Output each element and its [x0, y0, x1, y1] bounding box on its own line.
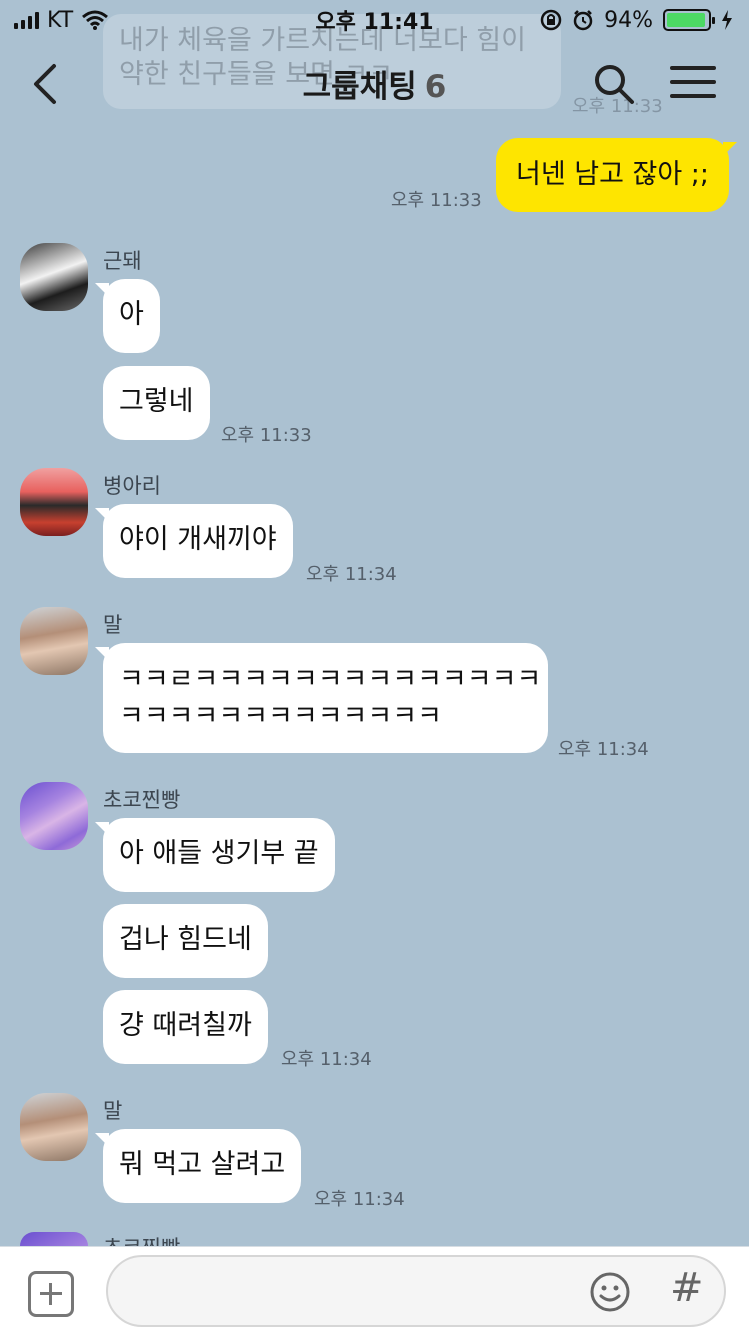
carrier-label: KT	[47, 7, 74, 33]
menu-line	[670, 80, 716, 84]
message-line: ㅋㅋㄹㅋㅋㅋㅋㅋㅋㅋㅋㅋㅋㅋㅋㅋㅋ	[119, 664, 542, 695]
message-time: 오후 11:34	[558, 739, 649, 760]
my-message-bubble[interactable]: 너넨 남고 잖아 ;;	[496, 138, 737, 212]
sender-name: 초코찐빵	[103, 1232, 180, 1246]
charging-icon	[722, 10, 732, 30]
sender-name: 초코찐빵	[103, 788, 181, 812]
attach-plus-button[interactable]	[28, 1271, 74, 1317]
message-bubble[interactable]: 야이 개새끼야	[95, 504, 293, 578]
message-time: 오후 11:33	[391, 190, 482, 211]
chat-header: 그룹채팅 6	[0, 40, 749, 126]
member-count: 6	[424, 68, 447, 105]
battery-icon	[663, 9, 715, 31]
message-input[interactable]	[106, 1255, 726, 1327]
avatar[interactable]	[20, 607, 88, 675]
message-time: 오후 11:33	[221, 425, 312, 446]
search-button[interactable]	[592, 62, 636, 106]
message-time: 오후 11:34	[314, 1189, 405, 1210]
sender-name: 말	[103, 613, 123, 637]
status-left: KT	[14, 8, 109, 33]
message-bubble[interactable]: ㅋㅋㄹㅋㅋㅋㅋㅋㅋㅋㅋㅋㅋㅋㅋㅋㅋ ㅋㅋㅋㅋㅋㅋㅋㅋㅋㅋㅋㅋㅋ	[95, 643, 548, 753]
menu-line	[670, 94, 716, 98]
hashtag-button[interactable]: #	[670, 1265, 704, 1311]
message-bubble[interactable]: 아	[95, 279, 160, 353]
message-bubble[interactable]: 뭐 먹고 살려고	[94, 1129, 302, 1203]
chat-title: 그룹채팅 6	[303, 61, 447, 106]
avatar[interactable]	[20, 1093, 88, 1161]
message-input-bar: #	[0, 1246, 749, 1334]
message-bubble[interactable]: 그렇네	[103, 366, 210, 440]
chat-title-text: 그룹채팅	[302, 68, 417, 105]
status-right: 94%	[540, 8, 733, 33]
wifi-icon	[82, 10, 109, 30]
avatar[interactable]	[20, 782, 88, 850]
message-bubble[interactable]: 걍 때려칠까	[103, 990, 268, 1064]
rotation-lock-icon	[540, 9, 562, 31]
sender-name: 근돼	[103, 249, 142, 273]
message-bubble[interactable]: 겁나 힘드네	[103, 904, 268, 978]
sender-name: 병아리	[103, 474, 161, 498]
message-line: ㅋㅋㅋㅋㅋㅋㅋㅋㅋㅋㅋㅋㅋ	[119, 701, 442, 732]
sender-name: 말	[103, 1099, 123, 1123]
battery-level	[667, 13, 705, 27]
message-time: 오후 11:34	[281, 1049, 372, 1070]
message-time: 오후 11:34	[306, 564, 397, 585]
message-bubble[interactable]: 아 애들 생기부 끝	[95, 818, 335, 892]
back-button[interactable]	[26, 62, 66, 106]
status-bar: KT 오후 11:41 94%	[0, 0, 749, 40]
alarm-icon	[573, 10, 593, 31]
menu-line	[670, 66, 716, 70]
emoji-button[interactable]	[589, 1271, 631, 1313]
avatar[interactable]	[20, 243, 88, 311]
menu-button[interactable]	[670, 66, 716, 102]
signal-icon	[14, 11, 39, 29]
battery-percent: 94%	[604, 7, 653, 33]
avatar[interactable]	[20, 468, 88, 536]
avatar[interactable]	[20, 1232, 88, 1246]
